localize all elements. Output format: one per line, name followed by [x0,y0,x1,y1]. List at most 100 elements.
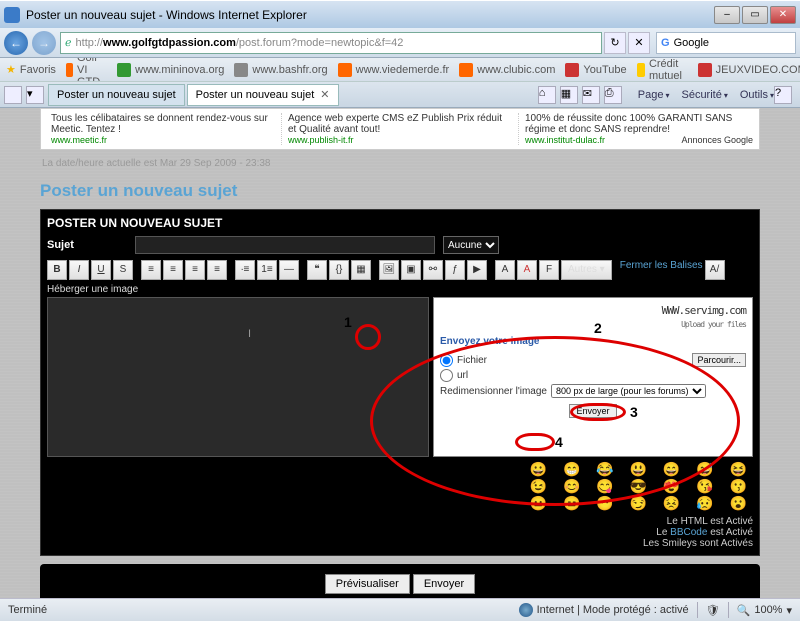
bookmark-item[interactable]: www.bashfr.org [234,63,327,77]
bookmark-item[interactable]: www.clubic.com [459,63,555,77]
editor-label: Héberger une image [47,284,753,295]
image-button[interactable]: ▣ [401,260,421,280]
category-select[interactable]: Aucune [443,236,499,254]
forward-button[interactable]: → [32,31,56,55]
strike-button[interactable]: S [113,260,133,280]
link-button[interactable]: ⚯ [423,260,443,280]
bookmark-item[interactable]: JEUXVIDEO.COM [698,63,800,77]
bookmark-item[interactable]: Crédit mutuel [637,58,688,82]
list-ul-button[interactable]: ∙≡ [235,260,255,280]
tab-list-icon[interactable]: ▾ [26,86,44,104]
bold-button[interactable]: B [47,260,67,280]
tab-close-icon[interactable]: ✕ [320,88,329,101]
quick-tabs-icon[interactable] [4,86,22,104]
home-icon[interactable]: ⌂ [538,86,556,104]
help-icon[interactable]: ? [774,86,792,104]
protected-mode-icon[interactable]: 🛡 [706,604,720,617]
bookmark-item[interactable]: YouTube [565,63,626,77]
video-button[interactable]: ▶ [467,260,487,280]
window-titlebar: Poster un nouveau sujet - Windows Intern… [0,0,800,28]
mail-icon[interactable]: ✉ [582,86,600,104]
ie-icon [4,7,20,23]
toggle-editor-button[interactable]: A/ [705,260,725,280]
tab-bar: ▾ Poster un nouveau sujet Poster un nouv… [0,82,800,108]
page-heading: Poster un nouveau sujet [40,181,760,201]
feeds-icon[interactable]: ▦ [560,86,578,104]
editor-toolbar: B I U S ≡ ≡ ≡ ≡ ∙≡ 1≡ — ❝ {} ▦ 🖼 ▣ [47,260,753,280]
zoom-control[interactable]: 🔍 100% ▾ [737,604,792,617]
italic-button[interactable]: I [69,260,89,280]
post-panel: POSTER UN NOUVEAU SUJET Sujet Aucune B I… [40,209,760,556]
host-image-button[interactable]: 🖼 [379,260,399,280]
upload-radio-file[interactable] [440,354,453,367]
status-mode: Internet | Mode protégé : activé [537,604,689,616]
panel-title: POSTER UN NOUVEAU SUJET [47,216,753,230]
stop-button[interactable]: ✕ [628,32,650,54]
cmd-page[interactable]: Page▾ [638,89,670,101]
subject-label: Sujet [47,239,127,251]
tab-2[interactable]: Poster un nouveau sujet✕ [187,84,339,106]
table-button[interactable]: ▦ [351,260,371,280]
bookmarks-bar: ★Favoris Golf VI GTD www.mininova.org ww… [0,58,800,82]
favorites-button[interactable]: ★Favoris [6,63,56,76]
ads-provider: Annonces Google [681,135,753,145]
print-icon[interactable]: ⎙ [604,86,622,104]
align-right-button[interactable]: ≡ [185,260,205,280]
align-center-button[interactable]: ≡ [163,260,183,280]
close-button[interactable]: ✕ [770,6,796,24]
maximize-button[interactable]: ▭ [742,6,768,24]
submit-button[interactable]: Envoyer [413,574,475,594]
servimg-logo: WWW.servimg.comUpload your files [440,304,746,330]
ad-cell[interactable]: 100% de réussite donc 100% GARANTI SANS … [519,113,755,145]
url-protocol: http:// [76,37,104,49]
minimize-button[interactable]: – [714,6,740,24]
search-box[interactable]: GGoogle [656,32,796,54]
quote-button[interactable]: ❝ [307,260,327,280]
back-button[interactable]: ← [4,31,28,55]
hr-button[interactable]: — [279,260,299,280]
globe-icon [519,603,533,617]
font-size-button[interactable]: A [495,260,515,280]
window-title: Poster un nouveau sujet - Windows Intern… [26,8,714,22]
code-button[interactable]: {} [329,260,349,280]
list-ol-button[interactable]: 1≡ [257,260,277,280]
smileys-panel: 😀 😁 😂 😃 😄 😅 😆 😉 😊 😋 😎 😍 😘 😗 😐 😑 😶 😏 😣 😥 … [47,461,753,512]
content-area: Tous les célibataires se donnent rendez-… [0,108,800,598]
upload-radio-url[interactable] [440,369,453,382]
upload-title: Envoyez votre image [440,336,746,347]
others-dropdown[interactable]: Autres ▾ [561,260,612,280]
editor-status: Le HTML est Activé Le BBCode est Activé … [47,516,753,549]
bookmark-item[interactable]: www.mininova.org [117,63,224,77]
search-provider: Google [674,37,709,49]
status-left: Terminé [8,604,47,616]
refresh-button[interactable]: ↻ [604,32,626,54]
url-domain: www.golfgtdpassion.com [103,37,236,49]
close-tags-link[interactable]: Fermer les Balises [620,260,703,280]
ad-row: Tous les célibataires se donnent rendez-… [40,108,760,150]
url-field[interactable]: ℯ http:// www.golfgtdpassion.com /post.f… [60,32,602,54]
justify-button[interactable]: ≡ [207,260,227,280]
message-editor[interactable]: I [47,297,429,457]
upload-label-url: url [457,370,468,381]
tab-1[interactable]: Poster un nouveau sujet [48,84,185,106]
preview-button[interactable]: Prévisualiser [325,574,410,594]
upload-label-file: Fichier [457,355,487,366]
subject-input[interactable] [135,236,435,254]
underline-button[interactable]: U [91,260,111,280]
font-face-button[interactable]: F [539,260,559,280]
bookmark-item[interactable]: Golf VI GTD [66,58,107,82]
font-color-button[interactable]: A [517,260,537,280]
text-cursor-icon: I [248,328,251,340]
ad-cell[interactable]: Agence web experte CMS eZ Publish Prix r… [282,113,519,145]
flash-button[interactable]: ƒ [445,260,465,280]
bookmark-item[interactable]: www.viedemerde.fr [338,63,450,77]
align-left-button[interactable]: ≡ [141,260,161,280]
upload-box: WWW.servimg.comUpload your files Envoyez… [433,297,753,457]
resize-select[interactable]: 800 px de large (pour les forums) [551,384,706,398]
upload-submit-button[interactable]: Envoyer [569,404,616,418]
status-bar: Terminé Internet | Mode protégé : activé… [0,598,800,621]
cmd-tools[interactable]: Outils▾ [740,89,774,101]
cmd-security[interactable]: Sécurité▾ [681,89,727,101]
ad-cell[interactable]: Tous les célibataires se donnent rendez-… [45,113,282,145]
browse-button[interactable]: Parcourir... [692,353,746,367]
